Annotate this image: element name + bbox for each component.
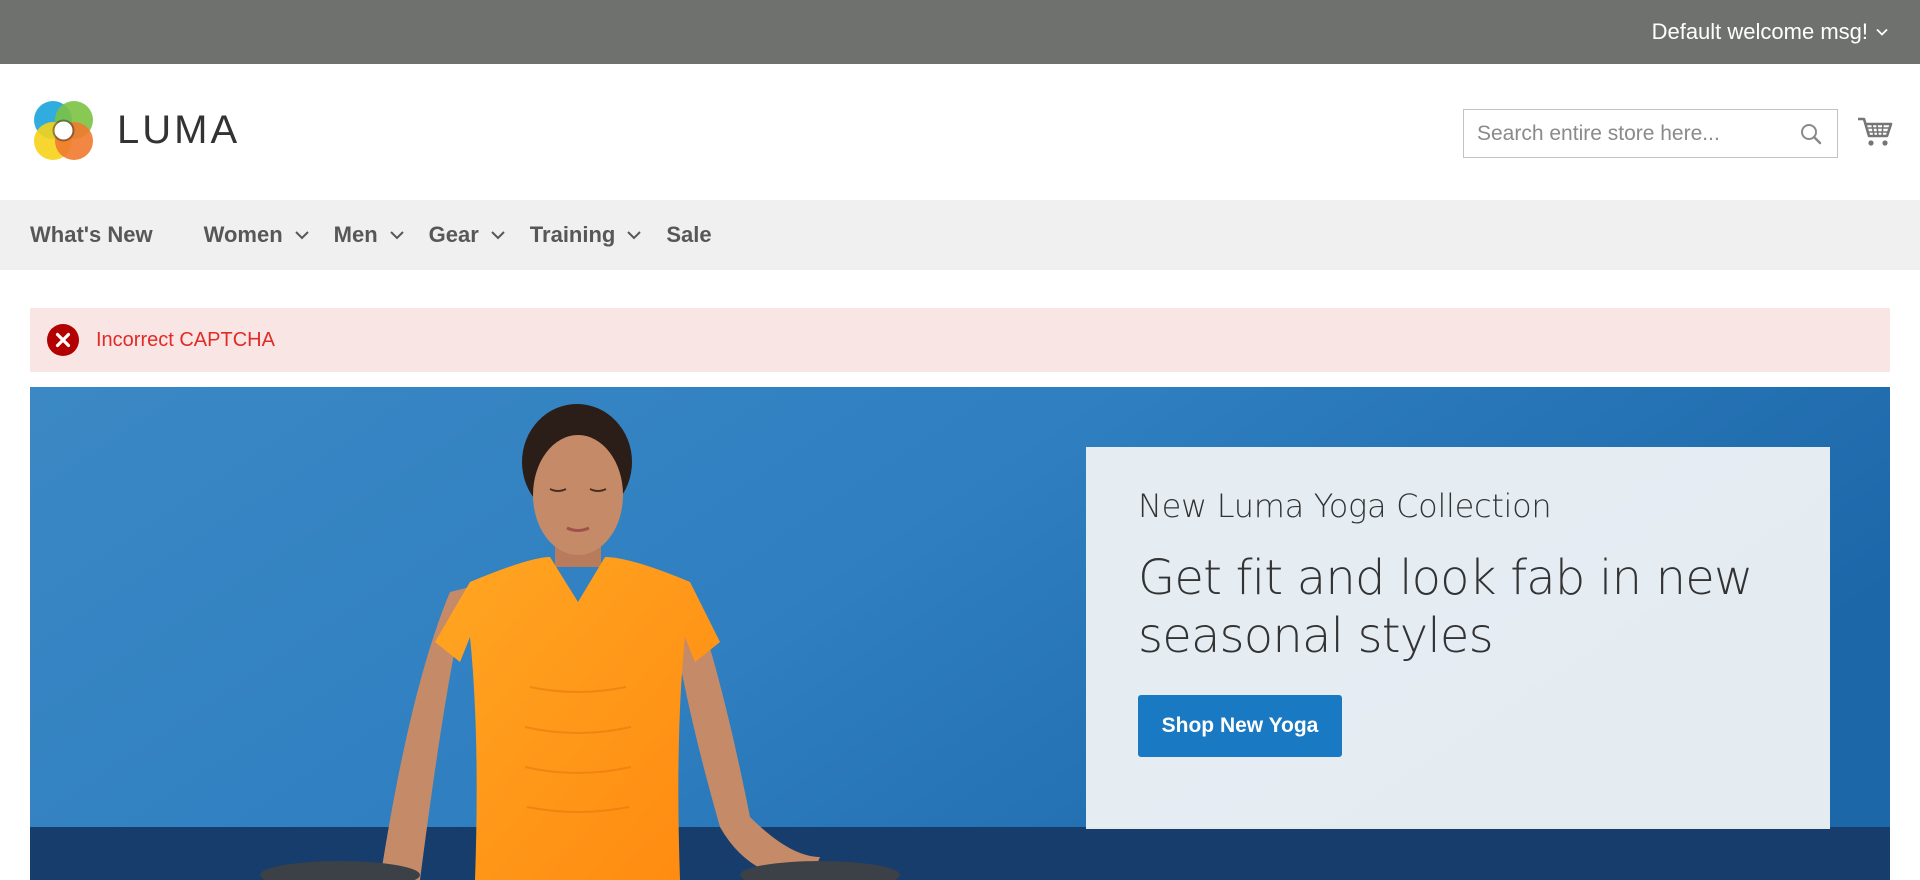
- nav-item-label: Sale: [666, 222, 712, 247]
- welcome-switcher[interactable]: Default welcome msg!: [1652, 0, 1890, 64]
- chevron-down-icon: [293, 226, 311, 244]
- hero-banner[interactable]: New Luma Yoga Collection Get fit and loo…: [30, 387, 1890, 880]
- nav-item-label: Men: [333, 222, 378, 247]
- nav-item-label: Gear: [428, 222, 479, 247]
- error-message: Incorrect CAPTCHA: [30, 308, 1890, 372]
- chevron-down-icon: [489, 226, 507, 244]
- chevron-down-icon: [625, 226, 643, 244]
- error-message-text: Incorrect CAPTCHA: [96, 328, 275, 351]
- nav-item-sale[interactable]: Sale: [666, 200, 711, 270]
- chevron-down-icon: [388, 226, 406, 244]
- luma-logo-icon: [34, 101, 93, 160]
- nav-item-label: Training: [529, 222, 616, 247]
- nav-item-label: What's New: [30, 222, 153, 247]
- nav-item-whats-new[interactable]: What's New: [30, 200, 153, 270]
- logo-text: LUMA: [117, 108, 241, 152]
- nav-item-label: Women: [203, 222, 283, 247]
- nav-item-men[interactable]: Men: [334, 200, 406, 270]
- nav-item-women[interactable]: Women: [204, 200, 311, 270]
- hero-promo-card: New Luma Yoga Collection Get fit and loo…: [1086, 447, 1830, 829]
- search-icon[interactable]: [1799, 122, 1823, 146]
- search-box: [1463, 109, 1838, 158]
- search-input[interactable]: [1464, 110, 1837, 157]
- cart-icon[interactable]: [1857, 114, 1893, 150]
- nav-item-training[interactable]: Training: [530, 200, 644, 270]
- chevron-down-icon: [1874, 24, 1890, 40]
- header: LUMA: [0, 64, 1920, 200]
- store-logo[interactable]: LUMA: [30, 97, 240, 164]
- shop-new-yoga-button[interactable]: Shop New Yoga: [1138, 695, 1342, 757]
- hero-kicker: New Luma Yoga Collection: [1138, 487, 1552, 525]
- error-x-icon: [47, 324, 79, 356]
- welcome-text: Default welcome msg!: [1651, 19, 1868, 44]
- hero-headline: Get fit and look fab in new seasonal sty…: [1138, 550, 1753, 664]
- nav-item-gear[interactable]: Gear: [429, 200, 507, 270]
- panel-header: Default welcome msg!: [0, 0, 1920, 64]
- main-navigation: What's New Women Men Gear Training Sale: [0, 200, 1920, 270]
